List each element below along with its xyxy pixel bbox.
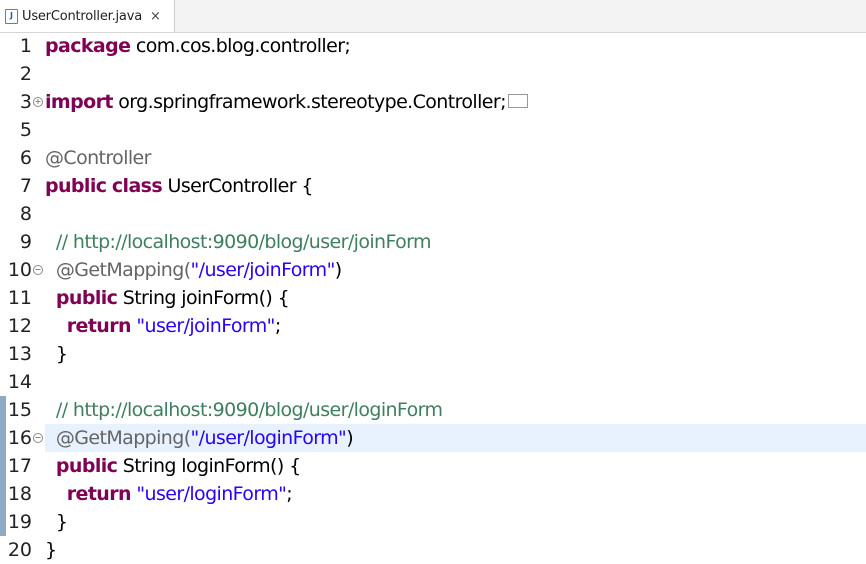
line-number: 8 [19,203,32,225]
line-number: 10 [7,259,32,281]
collapsed-imports-icon[interactable] [507,93,528,108]
code-text[interactable]: return "user/loginForm"; [45,480,866,508]
code-text[interactable] [45,200,866,228]
line-number: 12 [7,315,32,337]
code-text[interactable] [45,368,866,396]
line-number: 19 [7,511,32,533]
code-text[interactable]: // http://localhost:9090/blog/user/joinF… [45,228,866,256]
tab-label: UserController.java [22,8,142,24]
close-icon[interactable]: × [150,9,161,24]
code-line: 3 + import org.springframework.stereotyp… [0,88,866,116]
tab-user-controller[interactable]: J UserController.java × [0,0,175,32]
line-number: 20 [7,539,32,561]
line-number: 6 [19,147,32,169]
line-number: 7 [19,175,32,197]
code-line: 1 package com.cos.blog.controller; [0,32,866,60]
code-line: 11 public String joinForm() { [0,284,866,312]
line-number: 5 [19,119,32,141]
code-text[interactable] [45,116,866,144]
line-number: 14 [7,371,32,393]
code-text[interactable]: @Controller [45,144,866,172]
code-line: 20 } [0,536,866,564]
code-line: 10 − @GetMapping("/user/joinForm") [0,256,866,284]
line-number: 15 [7,399,32,421]
line-number: 2 [19,63,32,85]
code-line: 14 [0,368,866,396]
code-line: 15 // http://localhost:9090/blog/user/lo… [0,396,866,424]
line-number: 17 [7,455,32,477]
code-line: 5 [0,116,866,144]
code-editor[interactable]: 1 package com.cos.blog.controller; 2 3 +… [0,32,866,563]
code-line: 6 @Controller [0,144,866,172]
code-text[interactable]: // http://localhost:9090/blog/user/login… [45,396,866,424]
code-text[interactable] [45,60,866,88]
code-text[interactable]: package com.cos.blog.controller; [45,32,866,60]
line-number: 3 [19,91,32,113]
expand-fold-icon[interactable]: + [33,97,43,107]
code-text[interactable]: @GetMapping("/user/joinForm") [45,256,866,284]
code-line: 12 return "user/joinForm"; [0,312,866,340]
line-number: 16 [7,427,32,449]
code-text[interactable]: return "user/joinForm"; [45,312,866,340]
code-text[interactable]: } [45,340,866,368]
code-line: 9 // http://localhost:9090/blog/user/joi… [0,228,866,256]
line-number: 18 [7,483,32,505]
code-line: 2 [0,60,866,88]
collapse-fold-icon[interactable]: − [33,433,43,443]
code-text[interactable]: } [45,508,866,536]
code-line: 8 [0,200,866,228]
code-line: 18 return "user/loginForm"; [0,480,866,508]
code-text[interactable]: public class UserController { [45,172,866,200]
java-file-icon: J [5,8,18,24]
code-text[interactable]: public String joinForm() { [45,284,866,312]
code-line: 13 } [0,340,866,368]
code-text[interactable]: @GetMapping("/user/loginForm") [45,424,866,452]
code-line-current: 16 − @GetMapping("/user/loginForm") [0,424,866,452]
line-number: 9 [19,231,32,253]
line-number: 1 [19,35,32,57]
code-text[interactable]: } [45,536,866,564]
line-number: 11 [7,287,32,309]
line-number: 13 [7,343,32,365]
code-text[interactable]: public String loginForm() { [45,452,866,480]
code-line: 17 public String loginForm() { [0,452,866,480]
editor-tab-bar: J UserController.java × [0,0,866,33]
code-line: 7 public class UserController { [0,172,866,200]
collapse-fold-icon[interactable]: − [33,265,43,275]
code-text[interactable]: import org.springframework.stereotype.Co… [45,88,866,116]
code-line: 19 } [0,508,866,536]
